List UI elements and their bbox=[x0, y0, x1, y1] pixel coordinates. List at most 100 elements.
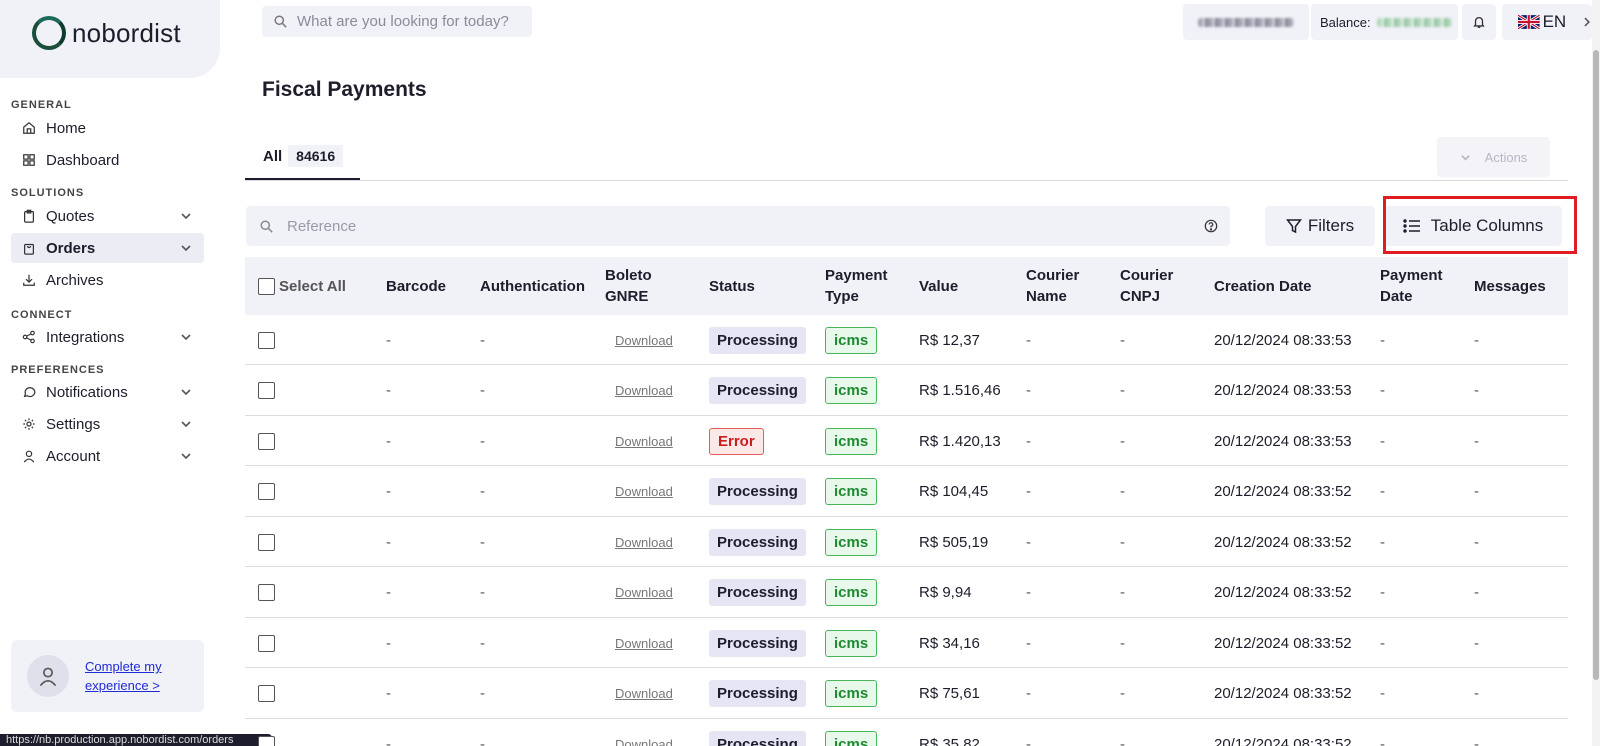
row-checkbox[interactable] bbox=[258, 685, 275, 702]
authentication-cell: - bbox=[480, 735, 485, 746]
row-checkbox[interactable] bbox=[258, 382, 275, 399]
select-all-checkbox[interactable] bbox=[258, 277, 275, 295]
creation-date-cell: 20/12/2024 08:33:52 bbox=[1214, 533, 1352, 551]
brand-logo[interactable]: nobordist bbox=[32, 16, 181, 50]
table-row[interactable]: - - Download Processing icms R$ 1.516,46… bbox=[245, 366, 1568, 416]
courier-cnpj-cell: - bbox=[1120, 533, 1125, 551]
courier-cnpj-cell: - bbox=[1120, 432, 1125, 450]
boleto-cell: Download bbox=[615, 416, 673, 466]
col-courier-cnpj[interactable]: Courier CNPJ bbox=[1120, 257, 1190, 315]
notifications-button[interactable] bbox=[1462, 4, 1496, 40]
download-link[interactable]: Download bbox=[615, 636, 673, 651]
value-cell: R$ 34,16 bbox=[919, 634, 980, 652]
user-name-pill[interactable] bbox=[1183, 4, 1309, 40]
col-payment-type[interactable]: Payment Type bbox=[825, 257, 897, 315]
table-row[interactable]: - - Download Processing icms R$ 9,94 - -… bbox=[245, 568, 1568, 618]
row-checkbox[interactable] bbox=[258, 533, 275, 551]
payment-type-cell: icms bbox=[825, 517, 878, 567]
logo-area: nobordist bbox=[0, 0, 220, 78]
select-all[interactable]: Select All bbox=[258, 257, 346, 315]
filters-label: Filters bbox=[1307, 216, 1355, 235]
col-barcode[interactable]: Barcode bbox=[386, 257, 446, 315]
sidebar-item-label: Dashboard bbox=[46, 151, 120, 169]
page-scrollbar[interactable] bbox=[1592, 0, 1600, 746]
chevron-right-icon bbox=[1584, 17, 1591, 27]
row-checkbox-cell bbox=[258, 467, 275, 517]
table-columns-button[interactable]: Table Columns bbox=[1384, 206, 1562, 246]
status-badge: Error bbox=[709, 427, 764, 455]
profile-card: Complete my experience > bbox=[11, 640, 204, 712]
download-link[interactable]: Download bbox=[615, 535, 673, 550]
courier-name-cell: - bbox=[1026, 331, 1031, 349]
row-checkbox-cell bbox=[258, 315, 275, 365]
sidebar-item-account[interactable]: Account bbox=[11, 441, 204, 471]
actions-button[interactable]: Actions bbox=[1437, 137, 1550, 177]
boleto-cell: Download bbox=[615, 366, 673, 416]
col-status[interactable]: Status bbox=[709, 257, 755, 315]
col-boleto-gnre[interactable]: Boleto GNRE bbox=[605, 257, 675, 315]
table-row[interactable]: - - Download Processing icms R$ 104,45 -… bbox=[245, 467, 1568, 517]
row-checkbox[interactable] bbox=[258, 331, 275, 349]
tab-all-label: All bbox=[263, 148, 283, 165]
download-link[interactable]: Download bbox=[615, 484, 673, 499]
table-row[interactable]: - - Download Processing icms R$ 75,61 - … bbox=[245, 669, 1568, 719]
row-checkbox[interactable] bbox=[258, 634, 275, 652]
sidebar-item-dashboard[interactable]: Dashboard bbox=[11, 145, 204, 175]
col-courier-name[interactable]: Courier Name bbox=[1026, 257, 1096, 315]
sidebar-item-quotes[interactable]: Quotes bbox=[11, 201, 204, 231]
sidebar-item-orders[interactable]: Orders bbox=[11, 233, 204, 263]
filters-button[interactable]: Filters bbox=[1265, 206, 1375, 246]
col-authentication[interactable]: Authentication bbox=[480, 257, 585, 315]
help-icon[interactable] bbox=[1204, 219, 1218, 233]
sidebar-item-settings[interactable]: Settings bbox=[11, 409, 204, 439]
row-checkbox[interactable] bbox=[258, 432, 275, 450]
creation-date-cell: 20/12/2024 08:33:52 bbox=[1214, 735, 1352, 746]
table-row[interactable]: - - Download Processing icms R$ 505,19 -… bbox=[245, 517, 1568, 567]
chevron-down-icon bbox=[181, 453, 191, 460]
complete-experience-link[interactable]: Complete my experience > bbox=[85, 657, 175, 695]
share-icon bbox=[22, 330, 36, 344]
download-link[interactable]: Download bbox=[615, 737, 673, 746]
tab-all[interactable]: All 84616 bbox=[245, 142, 360, 180]
table-row[interactable]: - - Download Processing icms R$ 34,16 - … bbox=[245, 618, 1568, 668]
payment-type-badge: icms bbox=[825, 478, 878, 505]
col-payment-date[interactable]: Payment Date bbox=[1380, 257, 1452, 315]
reference-input[interactable] bbox=[287, 217, 1187, 235]
col-value[interactable]: Value bbox=[919, 257, 958, 315]
download-link[interactable]: Download bbox=[615, 686, 673, 701]
table-row[interactable]: - - Download Error icms R$ 1.420,13 - - … bbox=[245, 416, 1568, 466]
messages-cell: - bbox=[1474, 634, 1479, 652]
search-icon bbox=[260, 219, 273, 233]
download-link[interactable]: Download bbox=[615, 333, 673, 348]
barcode-cell: - bbox=[386, 331, 391, 349]
sidebar-item-home[interactable]: Home bbox=[11, 113, 204, 143]
download-link[interactable]: Download bbox=[615, 383, 673, 398]
table-columns-label: Table Columns bbox=[1430, 216, 1544, 235]
status-badge: Processing bbox=[709, 579, 806, 606]
sidebar: nobordist GENERAL Home Dashboard SOLUTIO… bbox=[0, 0, 220, 746]
boleto-cell: Download bbox=[615, 517, 673, 567]
sidebar-item-notifications[interactable]: Notifications bbox=[11, 377, 204, 407]
row-checkbox[interactable] bbox=[258, 584, 275, 601]
reference-search[interactable] bbox=[246, 206, 1230, 246]
row-checkbox[interactable] bbox=[258, 735, 275, 746]
home-icon bbox=[22, 121, 36, 135]
col-messages[interactable]: Messages bbox=[1474, 257, 1546, 315]
row-checkbox-cell bbox=[258, 366, 275, 416]
global-search-input[interactable] bbox=[297, 13, 527, 30]
table-row[interactable]: - - Download Processing icms R$ 12,37 - … bbox=[245, 315, 1568, 365]
payment-type-cell: icms bbox=[825, 467, 878, 517]
payment-date-cell: - bbox=[1380, 331, 1385, 349]
balance-pill[interactable]: Balance: bbox=[1311, 4, 1458, 40]
avatar bbox=[27, 655, 69, 697]
sidebar-item-archives[interactable]: Archives bbox=[11, 265, 204, 295]
download-link[interactable]: Download bbox=[615, 434, 673, 449]
download-link[interactable]: Download bbox=[615, 585, 673, 600]
col-creation-date[interactable]: Creation Date bbox=[1214, 257, 1312, 315]
table-row[interactable]: - - Download Processing icms R$ 35,82 - … bbox=[245, 719, 1568, 746]
scrollbar-thumb[interactable] bbox=[1593, 50, 1599, 680]
language-selector[interactable]: EN bbox=[1502, 4, 1592, 40]
sidebar-item-integrations[interactable]: Integrations bbox=[11, 322, 204, 352]
global-search[interactable] bbox=[262, 6, 532, 37]
row-checkbox[interactable] bbox=[258, 483, 275, 500]
